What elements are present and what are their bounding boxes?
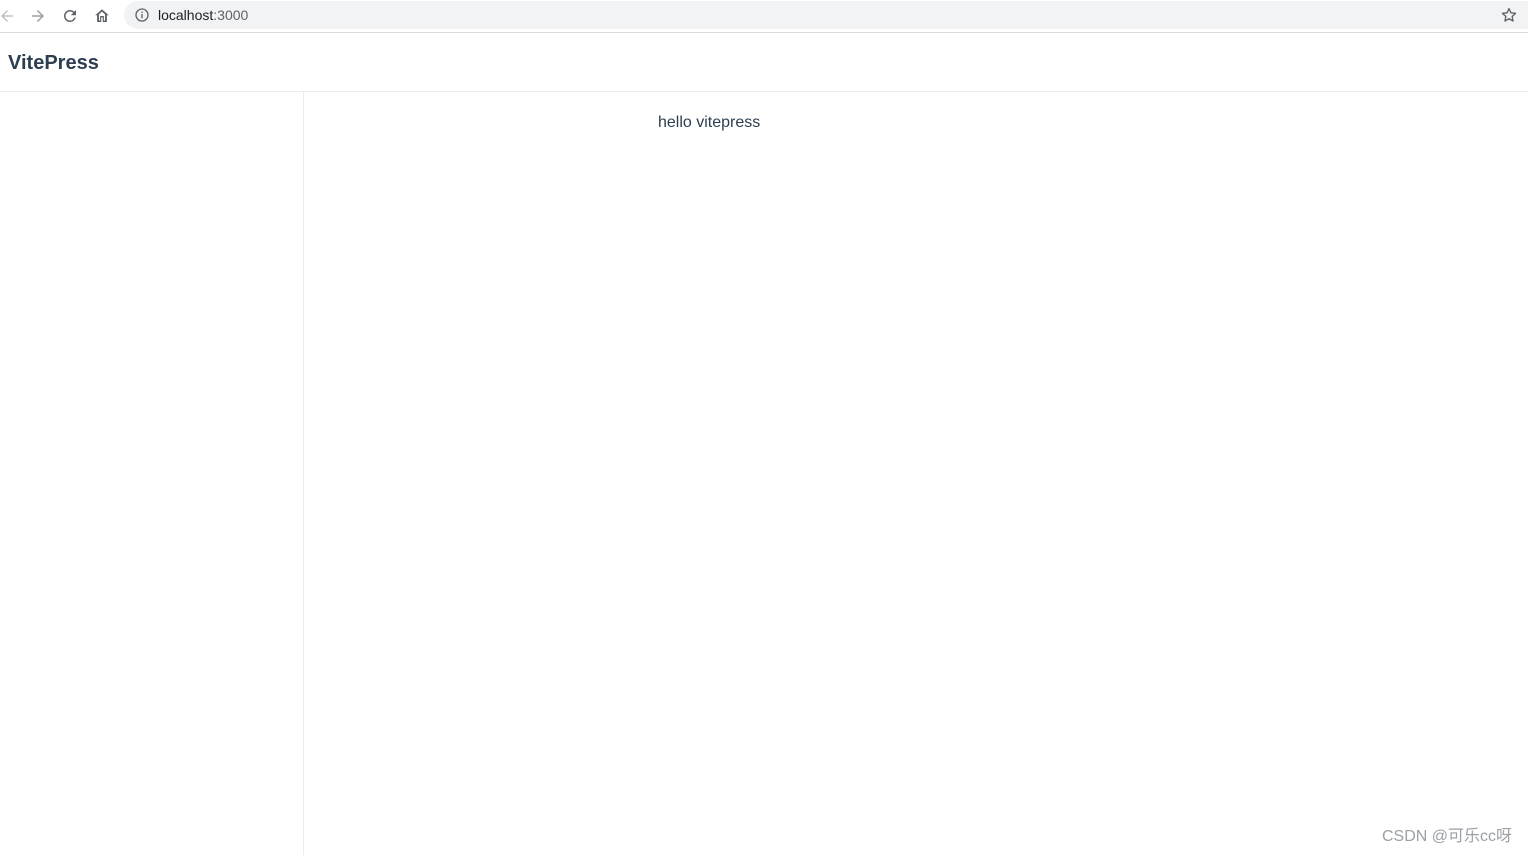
reload-icon <box>64 9 76 22</box>
home-icon <box>95 9 109 22</box>
main-content: hello vitepress <box>304 92 1528 855</box>
arrow-right-icon <box>32 10 44 22</box>
address-bar[interactable]: localhost:3000 <box>124 1 1528 29</box>
back-button[interactable] <box>0 3 20 29</box>
page-text: hello vitepress <box>658 114 761 131</box>
browser-toolbar: localhost:3000 <box>0 0 1528 33</box>
home-button[interactable] <box>89 3 115 29</box>
arrow-left-icon <box>1 10 13 22</box>
forward-button[interactable] <box>25 3 51 29</box>
url-port: :3000 <box>213 7 249 23</box>
url-text[interactable]: localhost:3000 <box>158 7 248 23</box>
star-icon[interactable] <box>1500 6 1518 24</box>
info-icon[interactable] <box>134 7 150 23</box>
site-title-link[interactable]: VitePress <box>8 50 99 76</box>
url-host: localhost <box>158 7 214 23</box>
watermark: CSDN @可乐cc呀 <box>1381 828 1512 845</box>
reload-button[interactable] <box>57 3 83 29</box>
sidebar <box>0 92 304 855</box>
site-navbar: VitePress <box>0 34 1528 92</box>
